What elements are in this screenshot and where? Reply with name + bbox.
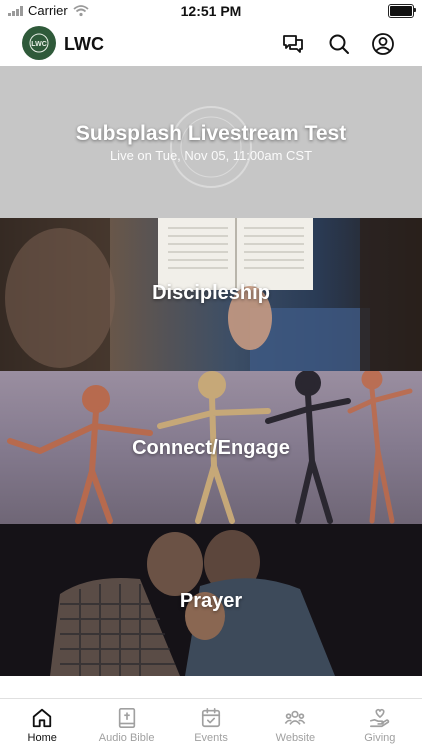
discipleship-title: Discipleship [152, 282, 270, 304]
tab-home-label: Home [27, 732, 57, 744]
livestream-title: Subsplash Livestream Test [75, 122, 347, 145]
status-bar: Carrier 12:51 PM [0, 0, 422, 22]
profile-icon[interactable] [371, 32, 395, 56]
tab-audio-bible-label: Audio Bible [98, 732, 155, 744]
tab-website[interactable]: Website [253, 699, 337, 751]
tab-website-label: Website [275, 732, 316, 744]
logo-text: LWC [31, 41, 47, 48]
tab-giving[interactable]: Giving [338, 699, 422, 751]
church-logo[interactable]: LWC [22, 26, 56, 60]
battery-icon [388, 4, 416, 18]
giving-icon [369, 708, 390, 728]
connect-engage-title: Connect/Engage [132, 437, 290, 459]
connect-engage-tile[interactable]: Connect/Engage [0, 371, 422, 524]
search-icon[interactable] [327, 32, 351, 56]
discipleship-tile[interactable]: Discipleship [0, 218, 422, 371]
people-icon [285, 710, 306, 725]
logo-emblem-icon: LWC [29, 33, 49, 53]
app-name: LWC [64, 34, 104, 54]
home-icon [33, 708, 52, 728]
livestream-tile[interactable]: Subsplash Livestream Test Live on Tue, N… [0, 66, 422, 218]
tab-events[interactable]: Events [169, 699, 253, 751]
prayer-tile[interactable]: Prayer [0, 524, 422, 676]
calendar-icon [201, 708, 221, 728]
bible-icon [118, 708, 135, 728]
tab-bar: Home Audio Bible Events Website Giving [0, 698, 422, 751]
app-header: LWC LWC [0, 22, 422, 66]
livestream-subtitle: Live on Tue, Nov 05, 11:00am CST [109, 148, 313, 163]
tab-audio-bible[interactable]: Audio Bible [84, 699, 168, 751]
messages-icon[interactable] [281, 32, 305, 56]
clock: 12:51 PM [180, 3, 242, 19]
watermark-logo-icon [170, 106, 252, 188]
tab-home[interactable]: Home [0, 699, 84, 751]
tab-giving-label: Giving [364, 732, 396, 744]
tab-events-label: Events [194, 732, 228, 744]
prayer-title: Prayer [179, 590, 243, 612]
